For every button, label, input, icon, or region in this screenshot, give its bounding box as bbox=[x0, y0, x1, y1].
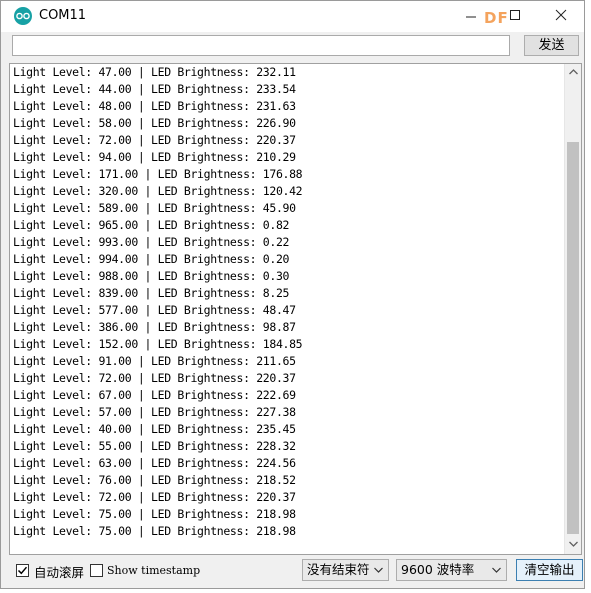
maximize-button[interactable] bbox=[502, 5, 528, 27]
output-line: Light Level: 72.00 | LED Brightness: 220… bbox=[13, 133, 296, 147]
output-line: Light Level: 320.00 | LED Brightness: 12… bbox=[13, 184, 303, 198]
close-icon bbox=[555, 9, 567, 21]
output-line: Light Level: 72.00 | LED Brightness: 220… bbox=[13, 371, 296, 385]
autoscroll-checkbox[interactable] bbox=[16, 564, 29, 577]
output-line: Light Level: 57.00 | LED Brightness: 227… bbox=[13, 405, 296, 419]
window-title: COM11 bbox=[39, 8, 87, 23]
maximize-icon bbox=[510, 10, 520, 20]
arduino-icon bbox=[14, 7, 32, 25]
send-input[interactable] bbox=[12, 35, 510, 56]
timestamp-label: Show timestamp bbox=[107, 564, 201, 577]
output-line: Light Level: 988.00 | LED Brightness: 0.… bbox=[13, 269, 290, 283]
output-line: Light Level: 63.00 | LED Brightness: 224… bbox=[13, 456, 296, 470]
output-line: Light Level: 171.00 | LED Brightness: 17… bbox=[13, 167, 303, 181]
close-button[interactable] bbox=[548, 5, 574, 27]
baud-rate-value: 9600 波特率 bbox=[401, 562, 475, 577]
output-line: Light Level: 386.00 | LED Brightness: 98… bbox=[13, 320, 296, 334]
output-line: Light Level: 47.00 | LED Brightness: 232… bbox=[13, 65, 296, 79]
output-line: Light Level: 75.00 | LED Brightness: 218… bbox=[13, 507, 296, 521]
scrollbar-thumb[interactable] bbox=[567, 142, 579, 534]
chevron-down-icon bbox=[374, 560, 383, 588]
minimize-button[interactable] bbox=[458, 5, 484, 27]
output-line: Light Level: 994.00 | LED Brightness: 0.… bbox=[13, 252, 290, 266]
output-line: Light Level: 76.00 | LED Brightness: 218… bbox=[13, 473, 296, 487]
scroll-up-icon[interactable] bbox=[565, 65, 581, 81]
title-bar: COM11 DF bbox=[1, 1, 584, 32]
output-line: Light Level: 839.00 | LED Brightness: 8.… bbox=[13, 286, 290, 300]
output-line: Light Level: 965.00 | LED Brightness: 0.… bbox=[13, 218, 290, 232]
output-lines: Light Level: 47.00 | LED Brightness: 232… bbox=[13, 64, 303, 540]
output-line: Light Level: 152.00 | LED Brightness: 18… bbox=[13, 337, 303, 351]
vertical-scrollbar[interactable] bbox=[564, 64, 581, 554]
checkmark-icon bbox=[17, 566, 28, 575]
output-line: Light Level: 67.00 | LED Brightness: 222… bbox=[13, 388, 296, 402]
output-line: Light Level: 91.00 | LED Brightness: 211… bbox=[13, 354, 296, 368]
line-ending-select[interactable]: 没有结束符 bbox=[302, 559, 389, 581]
output-line: Light Level: 72.00 | LED Brightness: 220… bbox=[13, 490, 296, 504]
output-line: Light Level: 577.00 | LED Brightness: 48… bbox=[13, 303, 296, 317]
output-line: Light Level: 55.00 | LED Brightness: 228… bbox=[13, 439, 296, 453]
status-bar: 自动滚屏 Show timestamp 没有结束符 9600 波特率 清空输出 bbox=[1, 557, 584, 587]
send-button[interactable]: 发送 bbox=[524, 35, 579, 56]
output-line: Light Level: 58.00 | LED Brightness: 226… bbox=[13, 116, 296, 130]
line-ending-value: 没有结束符 bbox=[307, 562, 370, 577]
baud-rate-select[interactable]: 9600 波特率 bbox=[396, 559, 507, 581]
timestamp-checkbox[interactable] bbox=[90, 564, 103, 577]
minimize-icon bbox=[466, 16, 476, 18]
scroll-down-icon[interactable] bbox=[565, 537, 581, 553]
serial-monitor-window: COM11 DF 发送 Light Level: 47.00 | LED Bri… bbox=[0, 0, 585, 589]
send-bar: 发送 bbox=[1, 32, 584, 62]
output-line: Light Level: 589.00 | LED Brightness: 45… bbox=[13, 201, 296, 215]
output-line: Light Level: 993.00 | LED Brightness: 0.… bbox=[13, 235, 290, 249]
output-line: Light Level: 44.00 | LED Brightness: 233… bbox=[13, 82, 296, 96]
chevron-down-icon bbox=[492, 560, 501, 588]
serial-output[interactable]: Light Level: 47.00 | LED Brightness: 232… bbox=[9, 63, 582, 555]
output-line: Light Level: 75.00 | LED Brightness: 218… bbox=[13, 524, 296, 538]
output-line: Light Level: 94.00 | LED Brightness: 210… bbox=[13, 150, 296, 164]
autoscroll-label: 自动滚屏 bbox=[34, 565, 85, 580]
output-line: Light Level: 48.00 | LED Brightness: 231… bbox=[13, 99, 296, 113]
output-line: Light Level: 40.00 | LED Brightness: 235… bbox=[13, 422, 296, 436]
clear-output-button[interactable]: 清空输出 bbox=[516, 559, 583, 581]
